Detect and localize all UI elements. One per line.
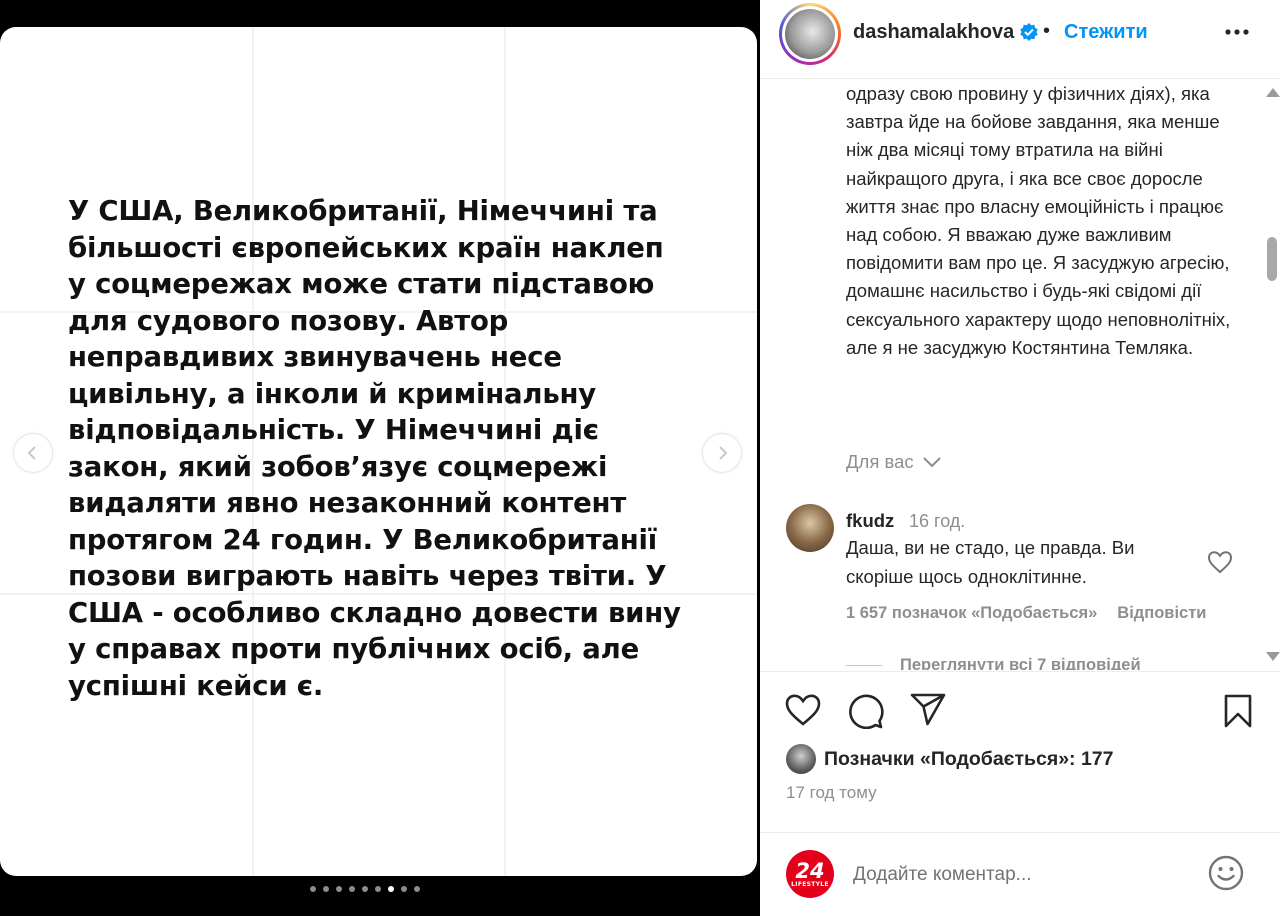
scroll-thumb[interactable] xyxy=(1267,237,1277,281)
comment-username[interactable]: fkudz xyxy=(846,510,894,532)
view-replies-button[interactable]: Переглянути всі 7 відповідей xyxy=(846,656,1141,670)
next-slide-button[interactable] xyxy=(702,433,742,473)
caption-text: одразу свою провину у фізичних діях), як… xyxy=(846,83,1231,358)
comments-section[interactable]: одразу свою провину у фізичних діях), як… xyxy=(760,80,1280,670)
save-icon[interactable] xyxy=(1222,693,1254,729)
post-header: dashamalakhova • Стежити xyxy=(760,0,1280,79)
emoji-icon[interactable] xyxy=(1207,854,1245,892)
comment-like-icon[interactable] xyxy=(1207,550,1233,574)
view-replies-label: Переглянути всі 7 відповідей xyxy=(900,656,1141,670)
post-timestamp[interactable]: 17 год тому xyxy=(786,783,877,803)
comment-meta: 1 657 позначок «Подобається» Відповісти xyxy=(846,604,1206,623)
comment-icon[interactable] xyxy=(846,693,884,729)
logo-number: 24 xyxy=(795,858,825,883)
verified-badge-icon xyxy=(1020,23,1038,41)
scroll-up-arrow-icon[interactable] xyxy=(1266,88,1280,97)
slide-dot[interactable] xyxy=(401,886,407,892)
slide-dot[interactable] xyxy=(323,886,329,892)
for-you-label: Для вас xyxy=(846,451,914,472)
chevron-right-icon xyxy=(719,446,728,460)
add-comment-bar: 24 LIFESTYLE xyxy=(760,832,1280,916)
logo-subtitle: LIFESTYLE xyxy=(791,880,829,888)
chevron-left-icon xyxy=(27,446,36,460)
divider xyxy=(846,665,882,666)
slide-dot[interactable] xyxy=(362,886,368,892)
comment-input[interactable] xyxy=(853,861,1183,889)
scroll-down-arrow-icon[interactable] xyxy=(1266,652,1280,661)
slide-dot[interactable] xyxy=(414,886,420,892)
media-area: У США, Великобританії, Німеччині та біль… xyxy=(0,0,760,916)
separator: • xyxy=(1043,20,1051,42)
slide-text: У США, Великобританії, Німеччині та біль… xyxy=(68,195,681,702)
slide-dot[interactable] xyxy=(349,886,355,892)
comment-time: 16 год. xyxy=(909,511,966,531)
current-user-avatar[interactable]: 24 LIFESTYLE xyxy=(786,850,834,898)
slide-indicator xyxy=(310,886,420,892)
slide-dot[interactable] xyxy=(375,886,381,892)
slide-dot[interactable] xyxy=(336,886,342,892)
comment-likes-count[interactable]: 1 657 позначок «Подобається» xyxy=(846,604,1097,623)
chevron-down-icon xyxy=(922,457,941,468)
comment-text: Даша, ви не стадо, це правда. Ви скоріше… xyxy=(846,537,1135,587)
post-actions: Позначки «Подобається»: 177 17 год тому xyxy=(760,671,1280,832)
heart-icon[interactable] xyxy=(784,693,822,727)
for-you-filter[interactable]: Для вас xyxy=(846,451,942,473)
slide-dot[interactable] xyxy=(388,886,394,892)
scrollbar[interactable] xyxy=(1262,80,1280,670)
likes-row: Позначки «Подобається»: 177 xyxy=(786,744,1114,774)
follow-button[interactable]: Стежити xyxy=(1064,21,1148,44)
avatar[interactable] xyxy=(779,3,841,65)
previous-slide-button[interactable] xyxy=(13,433,53,473)
post-sidebar: dashamalakhova • Стежити одразу свою про… xyxy=(760,0,1280,916)
likes-count[interactable]: Позначки «Подобається»: 177 xyxy=(824,748,1114,771)
post-slide: У США, Великобританії, Німеччині та біль… xyxy=(0,27,757,876)
reply-button[interactable]: Відповісти xyxy=(1117,604,1206,623)
liker-avatar[interactable] xyxy=(786,744,816,774)
share-icon[interactable] xyxy=(910,693,946,727)
comment-avatar[interactable] xyxy=(786,504,834,552)
slide-dot[interactable] xyxy=(310,886,316,892)
username[interactable]: dashamalakhova xyxy=(853,21,1014,44)
more-options-icon[interactable] xyxy=(1223,22,1251,42)
